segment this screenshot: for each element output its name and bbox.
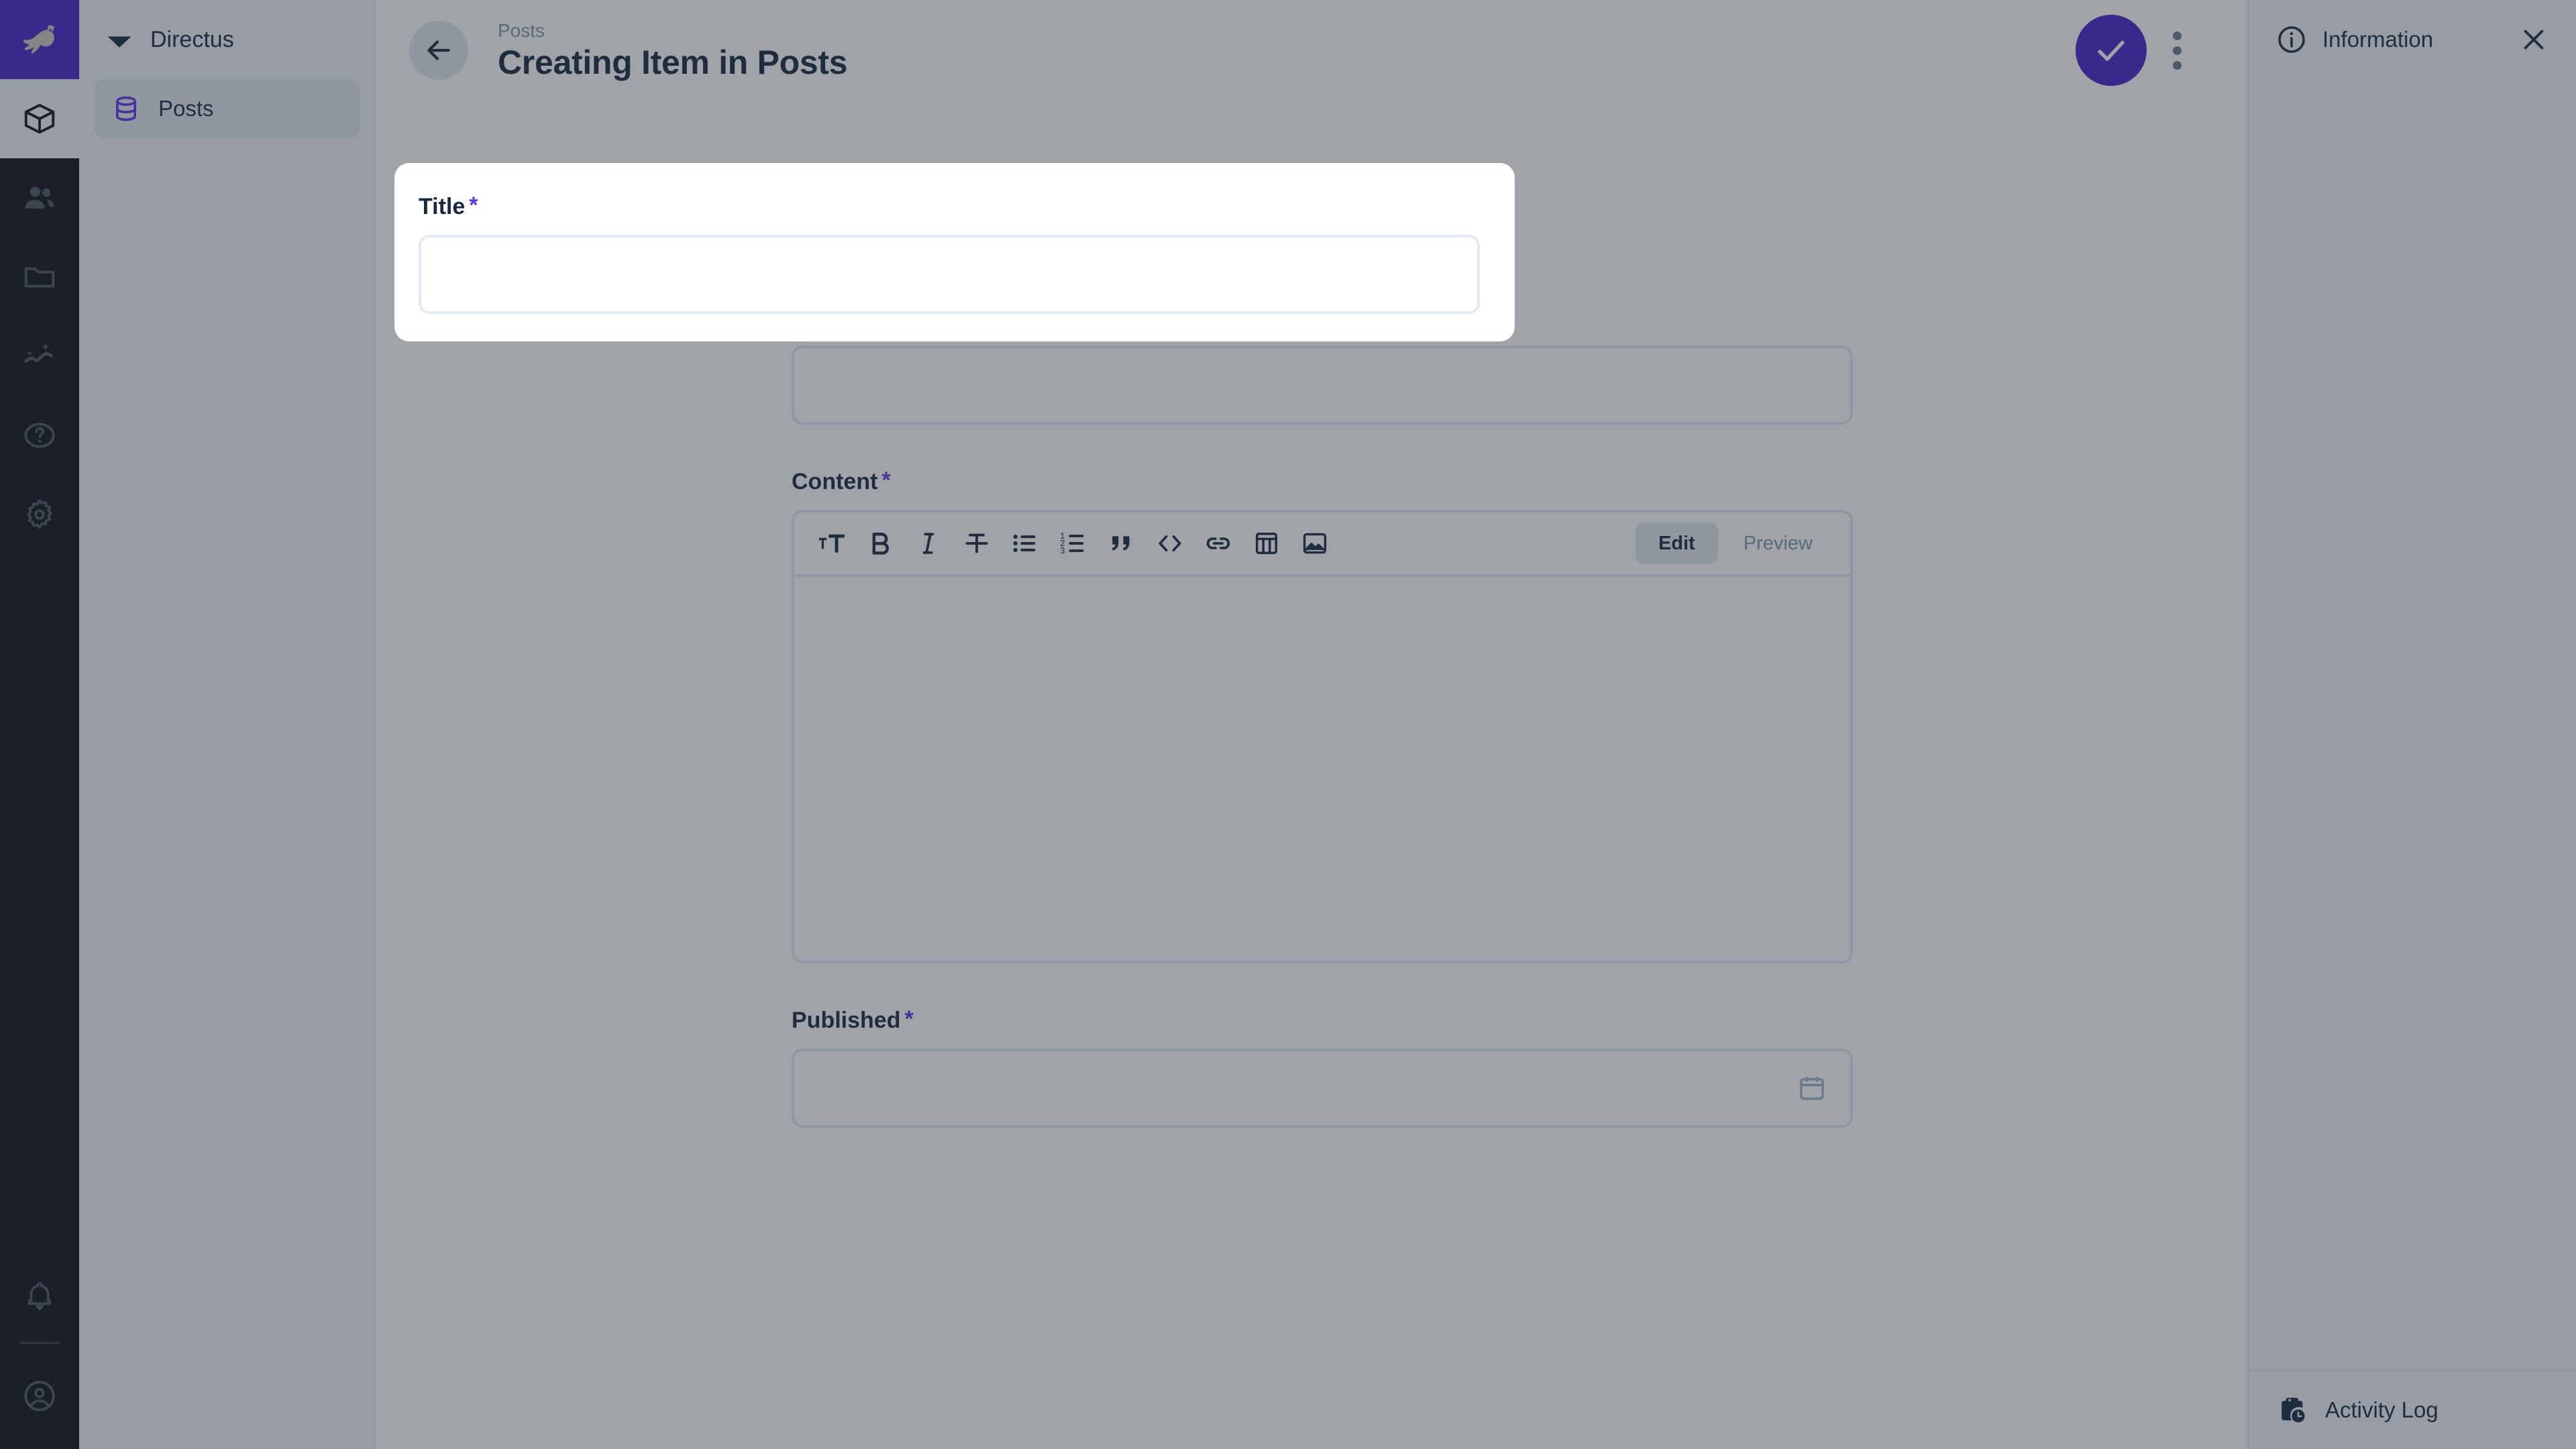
markdown-toolbar: 1 2 3 Edit Preview [794, 513, 1850, 577]
field-content: Content * 1 2 3 Edit Preview [792, 469, 1853, 963]
more-options-button[interactable] [2153, 15, 2200, 86]
field-label-title: Title * [419, 194, 1480, 220]
bell-icon [28, 1282, 52, 1311]
user-account-button[interactable] [0, 1356, 79, 1436]
published-input[interactable] [792, 1049, 1853, 1128]
field-label-text: Published [792, 1008, 901, 1033]
nav-header-title: Directus [150, 26, 234, 52]
table-icon [1255, 532, 1278, 555]
title-block: Posts Creating Item in Posts [498, 19, 848, 83]
module-users[interactable] [0, 158, 79, 237]
module-bar [0, 0, 79, 1449]
more-vertical-icon [2172, 31, 2182, 40]
image-icon [1303, 533, 1327, 554]
strikethrough-icon [965, 533, 988, 553]
insights-icon [24, 343, 54, 364]
users-icon [25, 186, 54, 209]
information-sidebar: Information Activity Log [2247, 0, 2576, 1449]
account-circle-icon [24, 1381, 55, 1411]
activity-log-label: Activity Log [2325, 1397, 2438, 1422]
activity-log-icon [2282, 1397, 2305, 1423]
table-button[interactable] [1244, 521, 1289, 566]
code-button[interactable] [1147, 521, 1193, 566]
numbered-list-icon: 1 2 3 [1060, 531, 1084, 555]
tab-edit[interactable]: Edit [1635, 523, 1718, 564]
database-icon [116, 96, 136, 121]
module-settings[interactable] [0, 475, 79, 554]
close-info-sidebar-button[interactable] [2518, 24, 2549, 55]
field-label-text: Content [792, 469, 878, 494]
nav-header: Directus [79, 0, 374, 79]
page-title: Creating Item in Posts [498, 43, 848, 81]
module-help[interactable] [0, 396, 79, 475]
link-icon [1206, 537, 1230, 549]
svg-text:3: 3 [1060, 545, 1065, 555]
required-marker: * [469, 193, 478, 218]
help-circle-icon [24, 423, 55, 448]
info-sidebar-header: Information [2249, 0, 2576, 79]
directus-app: Directus Posts Posts Creating Item in Po… [0, 0, 2576, 1449]
italic-button[interactable] [906, 521, 951, 566]
settings-gear-icon [27, 499, 52, 529]
module-insights[interactable] [0, 317, 79, 396]
page-header: Posts Creating Item in Posts [376, 0, 2247, 101]
heading-button[interactable] [809, 521, 855, 566]
module-content[interactable] [0, 79, 79, 158]
bold-button[interactable] [857, 521, 903, 566]
info-sidebar-title: Information [2322, 27, 2434, 52]
heading-icon [818, 534, 845, 553]
image-button[interactable] [1292, 521, 1338, 566]
code-icon [1159, 535, 1181, 551]
tab-preview[interactable]: Preview [1721, 523, 1835, 564]
directus-logo[interactable] [0, 0, 79, 79]
markdown-editor: 1 2 3 Edit Preview [792, 510, 1853, 963]
required-marker: * [904, 1006, 914, 1032]
activity-log-button[interactable]: Activity Log [2249, 1370, 2576, 1449]
bullet-list-button[interactable] [1002, 521, 1048, 566]
arrow-left-icon [427, 40, 450, 60]
strikethrough-button[interactable] [954, 521, 1000, 566]
blockquote-button[interactable] [1099, 521, 1144, 566]
title-input[interactable] [419, 235, 1480, 314]
bold-icon [872, 533, 889, 555]
folder-icon [24, 267, 55, 288]
spotlight-title-card: Title * [394, 163, 1515, 341]
save-button[interactable] [2076, 15, 2147, 86]
close-x-icon [2524, 30, 2544, 50]
navigation-sidebar: Directus Posts [79, 0, 376, 1449]
field-label-published: Published * [792, 1008, 1853, 1034]
module-files[interactable] [0, 237, 79, 317]
content-box-icon [24, 103, 55, 134]
module-bar-divider [19, 1342, 60, 1344]
numbered-list-button[interactable]: 1 2 3 [1051, 521, 1096, 566]
calendar-icon[interactable] [1796, 1073, 1827, 1104]
blockquote-icon [1112, 536, 1130, 551]
info-circle-icon [2278, 26, 2305, 53]
info-sidebar-body [2249, 79, 2576, 1370]
author-input[interactable] [792, 345, 1853, 425]
field-published: Published * [792, 1008, 1853, 1128]
nav-list: Posts [79, 79, 374, 138]
notifications-button[interactable] [0, 1257, 79, 1336]
sidebar-item-posts[interactable]: Posts [94, 79, 360, 138]
breadcrumb[interactable]: Posts [498, 19, 847, 42]
link-button[interactable] [1195, 521, 1241, 566]
rabbit-logo-icon [23, 25, 54, 54]
required-marker: * [881, 468, 891, 493]
italic-icon [922, 533, 934, 554]
directus-wordmark-icon [107, 36, 131, 48]
more-vertical-icon [2172, 60, 2182, 70]
field-title: Title * [419, 194, 1480, 314]
more-vertical-icon [2172, 46, 2182, 55]
markdown-textarea[interactable] [794, 577, 1850, 961]
check-icon [2098, 40, 2125, 61]
sidebar-item-label: Posts [158, 96, 214, 121]
field-label-content: Content * [792, 469, 1853, 495]
field-label-text: Title [419, 194, 466, 219]
back-button[interactable] [409, 21, 468, 80]
bullet-list-icon [1013, 534, 1036, 553]
